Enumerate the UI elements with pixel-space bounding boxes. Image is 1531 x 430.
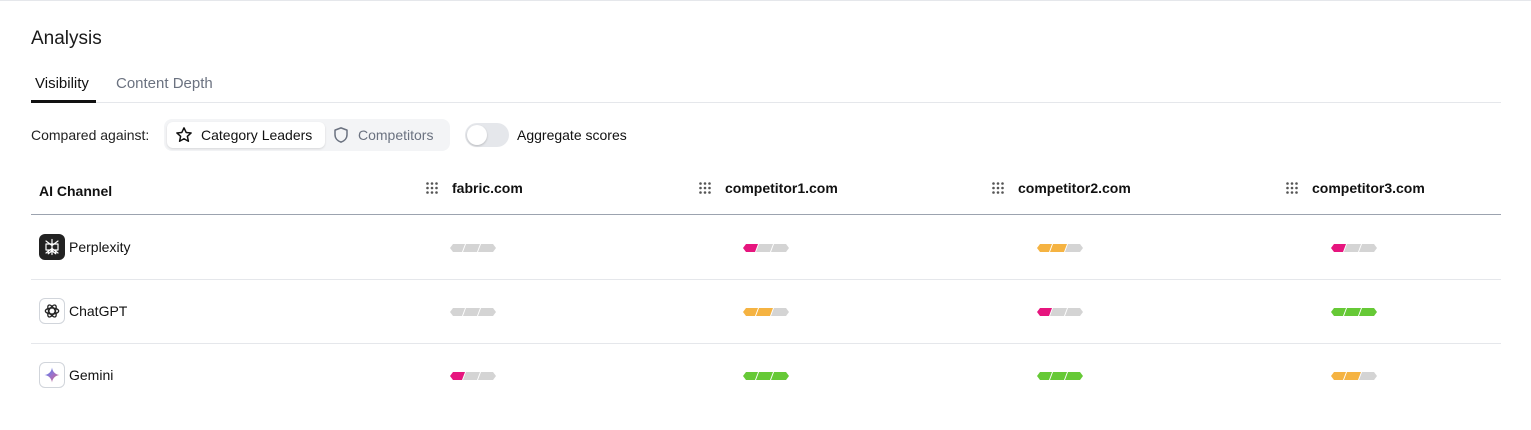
channel-chatgpt: ChatGPT	[39, 298, 127, 324]
table-header-divider	[31, 214, 1501, 215]
tab-content-depth[interactable]: Content Depth	[116, 75, 213, 92]
score-segment	[1331, 308, 1346, 316]
score-segment	[1331, 244, 1346, 252]
ai-channel-header: AI Channel	[39, 183, 113, 199]
drag-handle-icon[interactable]	[425, 181, 439, 195]
perplexity-icon	[39, 234, 65, 260]
tab-visibility[interactable]: Visibility	[31, 75, 96, 103]
score-segment	[1050, 308, 1067, 316]
category-leaders-label: Category Leaders	[201, 127, 313, 143]
score-segment	[756, 308, 773, 316]
score-segment	[450, 372, 465, 380]
score-segment	[478, 244, 496, 252]
score-segment	[478, 308, 496, 316]
toggle-knob	[467, 125, 487, 145]
column-header-label: fabric.com	[452, 180, 523, 196]
column-header-label: competitor3.com	[1312, 180, 1425, 196]
channel-name: Perplexity	[69, 239, 131, 255]
score-indicator	[1331, 244, 1377, 252]
score-indicator	[1037, 308, 1083, 316]
score-indicator	[450, 372, 496, 380]
star-icon	[175, 126, 193, 144]
score-segment	[771, 308, 789, 316]
score-segment	[1344, 372, 1361, 380]
column-header-fabric[interactable]: fabric.com	[425, 180, 523, 196]
score-indicator	[450, 308, 496, 316]
score-segment	[1359, 308, 1377, 316]
shield-icon	[332, 126, 350, 144]
top-divider	[0, 0, 1531, 1]
score-indicator	[1037, 372, 1083, 380]
tab-bar: Visibility Content Depth	[31, 70, 1501, 103]
score-segment	[1065, 244, 1083, 252]
score-segment	[743, 372, 758, 380]
score-segment	[1037, 244, 1052, 252]
column-header-competitor1[interactable]: competitor1.com	[698, 180, 838, 196]
score-segment	[743, 308, 758, 316]
score-segment	[743, 244, 758, 252]
compared-against-label: Compared against:	[31, 127, 150, 143]
aggregate-scores-toggle[interactable]	[465, 123, 509, 147]
column-header-label: competitor2.com	[1018, 180, 1131, 196]
column-header-label: competitor1.com	[725, 180, 838, 196]
score-indicator	[1331, 372, 1377, 380]
score-indicator	[1331, 308, 1377, 316]
score-segment	[1050, 244, 1067, 252]
aggregate-scores-label: Aggregate scores	[517, 127, 627, 143]
score-indicator	[1037, 244, 1083, 252]
drag-handle-icon[interactable]	[1285, 181, 1299, 195]
score-segment	[771, 244, 789, 252]
column-header-competitor3[interactable]: competitor3.com	[1285, 180, 1425, 196]
score-segment	[1037, 372, 1052, 380]
score-segment	[1344, 308, 1361, 316]
channel-perplexity: Perplexity	[39, 234, 130, 260]
score-segment	[1359, 372, 1377, 380]
score-segment	[1037, 308, 1052, 316]
score-segment	[756, 372, 773, 380]
competitors-label: Competitors	[358, 127, 434, 143]
score-segment	[463, 372, 480, 380]
score-segment	[450, 308, 465, 316]
score-segment	[1050, 372, 1067, 380]
score-segment	[756, 244, 773, 252]
score-segment	[450, 244, 465, 252]
category-leaders-option[interactable]: Category Leaders	[167, 122, 325, 148]
page-title: Analysis	[31, 28, 102, 49]
channel-name: Gemini	[69, 367, 114, 383]
score-segment	[463, 244, 480, 252]
score-indicator	[743, 372, 789, 380]
score-segment	[1065, 308, 1083, 316]
row-divider	[31, 279, 1501, 280]
row-divider	[31, 343, 1501, 344]
score-segment	[1331, 372, 1346, 380]
score-segment	[478, 372, 496, 380]
gemini-icon	[39, 362, 65, 388]
drag-handle-icon[interactable]	[991, 181, 1005, 195]
comparison-segmented-control: Category Leaders Competitors	[164, 119, 450, 151]
chatgpt-icon	[39, 298, 65, 324]
score-segment	[463, 308, 480, 316]
score-indicator	[743, 308, 789, 316]
channel-name: ChatGPT	[69, 303, 128, 319]
competitors-option[interactable]: Competitors	[328, 122, 446, 148]
channel-gemini: Gemini	[39, 362, 113, 388]
score-indicator	[450, 244, 496, 252]
score-segment	[771, 372, 789, 380]
drag-handle-icon[interactable]	[698, 181, 712, 195]
score-segment	[1344, 244, 1361, 252]
score-segment	[1065, 372, 1083, 380]
column-header-competitor2[interactable]: competitor2.com	[991, 180, 1131, 196]
score-segment	[1359, 244, 1377, 252]
score-indicator	[743, 244, 789, 252]
